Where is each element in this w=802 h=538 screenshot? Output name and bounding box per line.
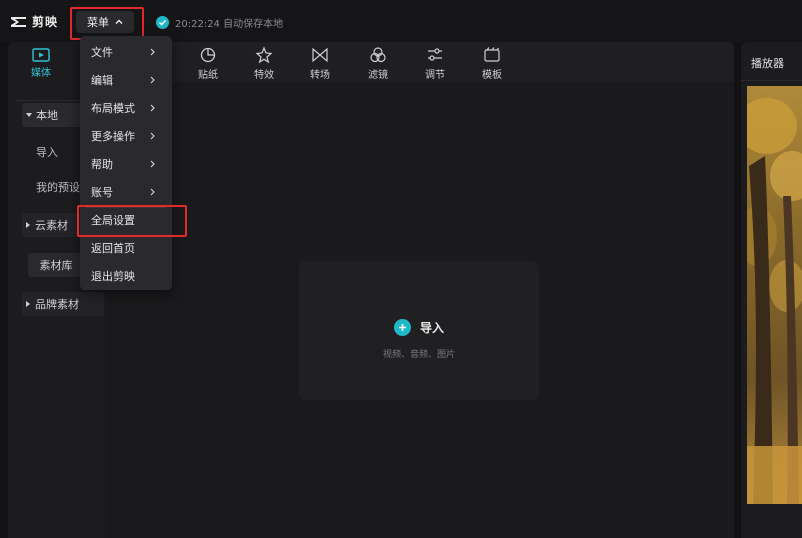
tool-sticker[interactable]: 贴纸 [188, 46, 228, 81]
menu-item-file[interactable]: 文件 [80, 39, 172, 65]
main-menu-dropdown: 文件 编辑 布局模式 更多操作 帮助 账号 全局设置 返回首页 退出剪映 [80, 36, 172, 290]
menu-item-label: 帮助 [91, 158, 113, 171]
autosave-status: 20:22:24 自动保存本地 [156, 15, 283, 30]
menu-item-label: 更多操作 [91, 130, 135, 143]
chevron-right-icon [150, 160, 155, 168]
nav-item-library[interactable]: 素材库 [28, 253, 84, 277]
tool-label: 模板 [482, 70, 502, 81]
menu-item-layout-mode[interactable]: 布局模式 [80, 95, 172, 121]
nav-item-brand[interactable]: 品牌素材 [22, 292, 104, 316]
nav-item-brand-label: 品牌素材 [35, 298, 79, 311]
tool-label: 调节 [425, 70, 445, 81]
nav-item-local-label: 本地 [36, 109, 58, 122]
tool-label: 滤镜 [368, 70, 388, 81]
tool-transition[interactable]: 转场 [300, 46, 340, 81]
template-icon [484, 47, 500, 62]
caret-right-icon [26, 301, 30, 307]
adjust-icon [428, 48, 442, 61]
tool-label: 特效 [254, 70, 274, 81]
import-dropzone[interactable]: 导入 视频、音频、图片 [299, 261, 539, 400]
app-logo: 剪映 [10, 13, 58, 30]
import-label: 导入 [419, 321, 444, 335]
media-panel: 贴纸 特效 转场 滤镜 调节 模板 导入 视频、音频、图片 [106, 42, 734, 538]
tab-media-label: 媒体 [31, 68, 51, 79]
filter-icon [370, 47, 386, 63]
import-hint: 视频、音频、图片 [382, 350, 455, 360]
menu-item-label: 退出剪映 [91, 270, 135, 283]
menu-item-help[interactable]: 帮助 [80, 151, 172, 177]
player-divider [741, 80, 802, 81]
menu-item-edit[interactable]: 编辑 [80, 67, 172, 93]
transition-icon [312, 47, 328, 63]
effects-icon [255, 46, 273, 64]
nav-item-cloud-label: 云素材 [35, 219, 68, 232]
autosave-text: 20:22:24 自动保存本地 [175, 19, 284, 30]
media-icon [32, 48, 50, 62]
global-settings-highlight-box [77, 205, 187, 237]
menu-item-label: 返回首页 [91, 242, 135, 255]
menu-item-label: 账号 [91, 186, 113, 199]
capcut-logo-icon [11, 16, 26, 27]
app-name: 剪映 [32, 15, 59, 29]
menu-item-more-actions[interactable]: 更多操作 [80, 123, 172, 149]
player-preview-image [747, 86, 802, 504]
chevron-right-icon [150, 76, 155, 84]
tool-template[interactable]: 模板 [472, 46, 512, 81]
chevron-right-icon [150, 104, 155, 112]
tool-filter[interactable]: 滤镜 [358, 46, 398, 81]
tool-label: 转场 [310, 70, 330, 81]
menu-item-account[interactable]: 账号 [80, 179, 172, 205]
menu-item-label: 布局模式 [91, 102, 135, 115]
app-window: 剪映 菜单 20:22:24 自动保存本地 媒体 本地 导入 我的预设 云素材 … [0, 0, 802, 538]
menu-item-label: 编辑 [91, 74, 113, 87]
feature-toolbar: 贴纸 特效 转场 滤镜 调节 模板 [106, 42, 734, 82]
tool-effects[interactable]: 特效 [244, 46, 284, 81]
menu-item-label: 文件 [91, 46, 113, 59]
chevron-right-icon [150, 188, 155, 196]
menu-item-exit[interactable]: 退出剪映 [80, 263, 172, 289]
import-row: 导入 [299, 319, 539, 336]
player-panel: 播放器 [741, 42, 802, 538]
caret-right-icon [26, 222, 30, 228]
chevron-right-icon [150, 48, 155, 56]
tool-label: 贴纸 [198, 70, 218, 81]
tool-adjust[interactable]: 调节 [415, 46, 455, 81]
chevron-right-icon [150, 132, 155, 140]
menu-item-back-home[interactable]: 返回首页 [80, 235, 172, 261]
caret-down-icon [26, 113, 32, 117]
player-title: 播放器 [751, 57, 784, 70]
sticker-icon [200, 47, 216, 63]
plus-icon [393, 319, 411, 336]
tab-media[interactable]: 媒体 [26, 48, 56, 79]
check-circle-icon [156, 16, 169, 29]
